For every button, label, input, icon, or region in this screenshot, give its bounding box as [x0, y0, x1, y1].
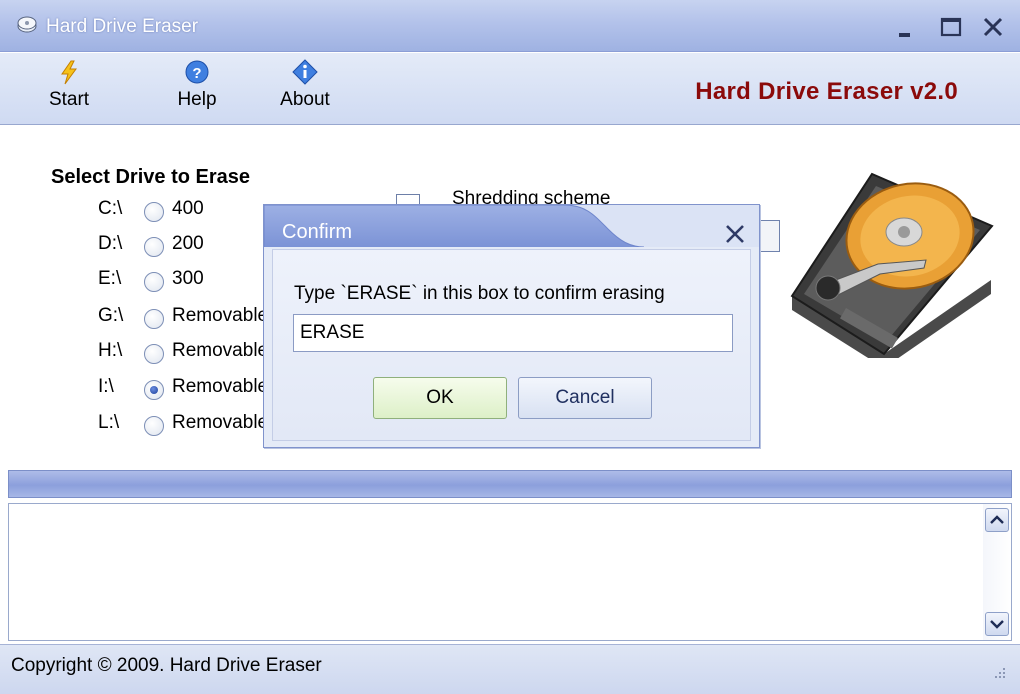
chevron-up-icon	[990, 515, 1004, 524]
help-button[interactable]: ? Help	[174, 59, 220, 111]
close-icon	[726, 225, 744, 243]
title-bar[interactable]: Hard Drive Eraser	[0, 0, 1020, 52]
maximize-button[interactable]	[936, 12, 966, 42]
cancel-button[interactable]: Cancel	[518, 377, 652, 419]
dialog-body: Type `ERASE` in this box to confirm eras…	[272, 249, 751, 441]
confirm-dialog: Confirm Type `ERASE` in this box to conf…	[263, 204, 760, 448]
drive-radio[interactable]	[144, 416, 164, 436]
section-title: Select Drive to Erase	[51, 166, 250, 188]
drive-size: Removable	[172, 340, 269, 361]
svg-text:?: ?	[192, 65, 201, 82]
dialog-title-bar[interactable]: Confirm	[264, 205, 759, 247]
status-bar: Copyright © 2009. Hard Drive Eraser	[0, 644, 1020, 694]
drive-size: Removable	[172, 412, 269, 433]
about-button[interactable]: About	[278, 59, 332, 111]
ok-button[interactable]: OK	[373, 377, 507, 419]
dialog-close-button[interactable]	[722, 221, 748, 247]
close-icon	[983, 17, 1003, 37]
drive-radio[interactable]	[144, 309, 164, 329]
scroll-up-button[interactable]	[985, 508, 1009, 532]
drive-size: 300	[172, 268, 204, 289]
drive-radio[interactable]	[144, 344, 164, 364]
toolbar: Start ? Help About Hard Drive Eraser v2.…	[0, 53, 1020, 125]
app-icon	[17, 16, 37, 33]
help-label: Help	[177, 89, 217, 110]
drive-letter: I:\	[98, 376, 114, 397]
help-icon: ?	[185, 60, 209, 84]
drive-letter: H:\	[98, 340, 123, 361]
drive-letter: G:\	[98, 305, 124, 326]
copyright-text: Copyright © 2009. Hard Drive Eraser	[11, 655, 322, 676]
vertical-scrollbar[interactable]	[983, 504, 1011, 640]
scroll-down-button[interactable]	[985, 612, 1009, 636]
lightning-icon	[61, 60, 77, 85]
dialog-title: Confirm	[282, 221, 353, 243]
drive-radio-selected[interactable]	[144, 380, 164, 400]
drive-size: Removable	[172, 376, 269, 397]
window-title: Hard Drive Eraser	[46, 16, 199, 37]
drive-letter: D:\	[98, 233, 123, 254]
drive-letter: E:\	[98, 268, 122, 289]
drive-size: 200	[172, 233, 204, 254]
drive-radio[interactable]	[144, 202, 164, 222]
drive-radio[interactable]	[144, 272, 164, 292]
progress-bar	[8, 470, 1012, 498]
chevron-down-icon	[990, 620, 1004, 629]
info-icon	[292, 59, 318, 85]
drive-letter: L:\	[98, 412, 120, 433]
confirm-input[interactable]	[293, 314, 733, 352]
maximize-icon	[940, 17, 962, 37]
resize-grip-icon[interactable]	[992, 666, 1006, 680]
minimize-button[interactable]	[890, 12, 920, 42]
log-textarea[interactable]	[8, 503, 1012, 641]
brand-title: Hard Drive Eraser v2.0	[695, 78, 958, 105]
close-button[interactable]	[978, 12, 1008, 42]
drive-size: 400	[172, 198, 204, 219]
minimize-icon	[899, 33, 910, 37]
start-button[interactable]: Start	[46, 59, 92, 111]
about-label: About	[280, 89, 330, 110]
drive-size: Removable	[172, 305, 269, 326]
start-label: Start	[48, 89, 90, 110]
drive-letter: C:\	[98, 198, 123, 219]
hard-drive-icon	[790, 172, 994, 358]
drive-radio[interactable]	[144, 237, 164, 257]
confirm-prompt: Type `ERASE` in this box to confirm eras…	[294, 283, 665, 304]
